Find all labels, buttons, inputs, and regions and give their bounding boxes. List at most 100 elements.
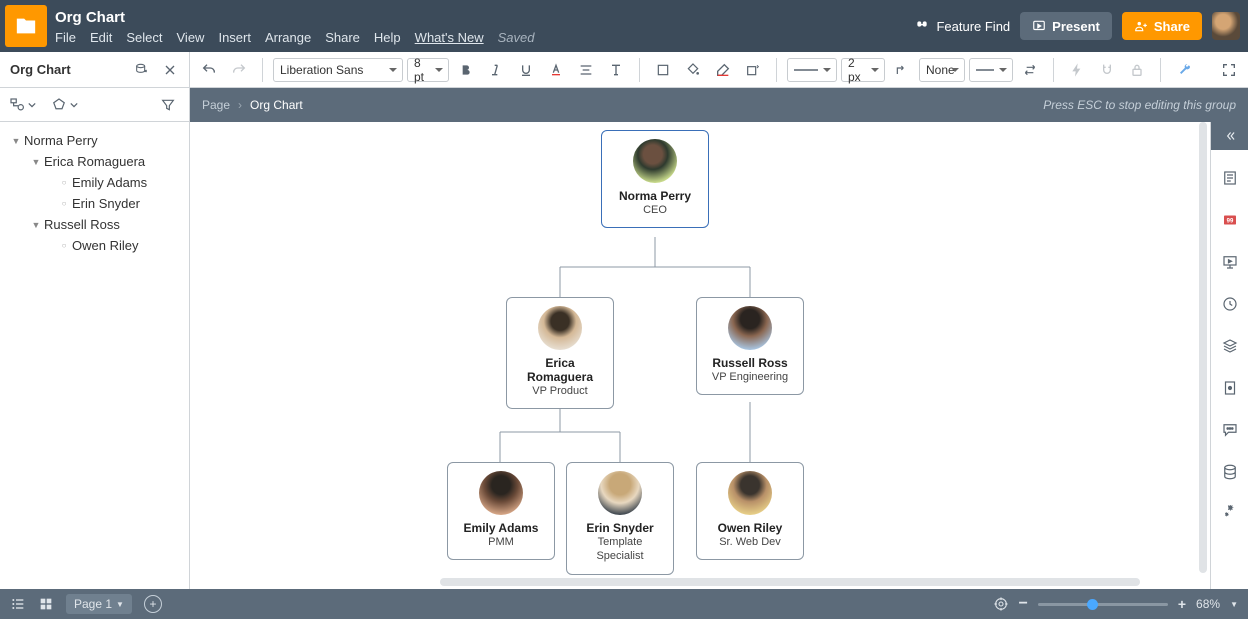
menu-share[interactable]: Share bbox=[325, 30, 360, 45]
line-style-dropdown[interactable] bbox=[787, 58, 837, 82]
flash-icon bbox=[1064, 57, 1090, 83]
chevron-down-icon bbox=[28, 101, 36, 109]
collapse-icon[interactable]: ▼ bbox=[10, 136, 22, 146]
grid-view-icon[interactable] bbox=[38, 596, 54, 612]
tree-item[interactable]: ▼Norma Perry bbox=[6, 130, 183, 151]
fill-shape-icon[interactable] bbox=[650, 57, 676, 83]
document-title[interactable]: Org Chart bbox=[55, 7, 914, 28]
close-panel-icon[interactable] bbox=[157, 57, 183, 83]
right-dock: 99 bbox=[1210, 122, 1248, 589]
avatar bbox=[728, 306, 772, 350]
data-panel-icon[interactable] bbox=[1216, 458, 1244, 486]
user-plus-icon bbox=[1134, 19, 1148, 33]
page-settings-icon[interactable] bbox=[1216, 374, 1244, 402]
tree-item[interactable]: ▼Russell Ross bbox=[6, 214, 183, 235]
menu-select[interactable]: Select bbox=[126, 30, 162, 45]
shape-library-button[interactable] bbox=[8, 96, 36, 114]
canvas[interactable]: Norma Perry CEO Erica Romaguera VP Produ… bbox=[190, 122, 1210, 589]
org-node-template-specialist[interactable]: Erin Snyder Template Specialist bbox=[566, 462, 674, 575]
line-route-icon[interactable] bbox=[889, 57, 915, 83]
page-selector[interactable]: Page 1 ▼ bbox=[66, 594, 132, 614]
chevron-right-icon: › bbox=[238, 98, 242, 112]
menu-help[interactable]: Help bbox=[374, 30, 401, 45]
history-panel-icon[interactable] bbox=[1216, 290, 1244, 318]
zoom-slider[interactable] bbox=[1038, 603, 1168, 606]
tree-item[interactable]: ▼Erica Romaguera bbox=[6, 151, 183, 172]
breadcrumb-root[interactable]: Page bbox=[202, 98, 230, 112]
bullet-icon: ○ bbox=[58, 199, 70, 208]
slides-panel-icon[interactable] bbox=[1216, 248, 1244, 276]
actions-panel-icon[interactable] bbox=[1216, 500, 1244, 528]
chevron-down-icon bbox=[70, 101, 78, 109]
bold-icon[interactable] bbox=[453, 57, 479, 83]
list-view-icon[interactable] bbox=[10, 596, 26, 612]
avatar bbox=[728, 471, 772, 515]
org-node-webdev[interactable]: Owen Riley Sr. Web Dev bbox=[696, 462, 804, 560]
line-start-dropdown[interactable]: None bbox=[919, 58, 965, 82]
tree-item[interactable]: ○Owen Riley bbox=[6, 235, 183, 256]
undo-icon[interactable] bbox=[196, 57, 222, 83]
avatar bbox=[598, 471, 642, 515]
metrics-panel-icon[interactable]: 99 bbox=[1216, 206, 1244, 234]
collapse-right-icon[interactable] bbox=[1211, 122, 1248, 150]
line-width-dropdown[interactable]: 2 px bbox=[841, 58, 885, 82]
horizontal-scrollbar[interactable] bbox=[440, 578, 1140, 586]
zoom-out-icon[interactable]: − bbox=[1019, 595, 1028, 613]
vertical-scrollbar[interactable] bbox=[1199, 122, 1207, 573]
fill-bucket-icon[interactable] bbox=[680, 57, 706, 83]
font-size-dropdown[interactable]: 8 pt bbox=[407, 58, 449, 82]
text-color-icon[interactable] bbox=[543, 57, 569, 83]
avatar bbox=[633, 139, 677, 183]
font-family-dropdown[interactable]: Liberation Sans bbox=[273, 58, 403, 82]
feature-find-button[interactable]: Feature Find bbox=[914, 18, 1010, 34]
shape-style-icon[interactable] bbox=[740, 57, 766, 83]
menu-file[interactable]: File bbox=[55, 30, 76, 45]
swap-ends-icon[interactable] bbox=[1017, 57, 1043, 83]
save-status: Saved bbox=[498, 30, 535, 45]
tree-item[interactable]: ○Erin Snyder bbox=[6, 193, 183, 214]
avatar bbox=[479, 471, 523, 515]
menu-edit[interactable]: Edit bbox=[90, 30, 112, 45]
layers-panel-icon[interactable] bbox=[1216, 332, 1244, 360]
bullet-icon: ○ bbox=[58, 178, 70, 187]
border-color-icon[interactable] bbox=[710, 57, 736, 83]
add-page-button[interactable]: + bbox=[144, 595, 162, 613]
notes-panel-icon[interactable] bbox=[1216, 164, 1244, 192]
breadcrumb: Page › Org Chart bbox=[202, 98, 303, 112]
tree-item[interactable]: ○Emily Adams bbox=[6, 172, 183, 193]
collapse-icon[interactable]: ▼ bbox=[30, 157, 42, 167]
align-icon[interactable] bbox=[573, 57, 599, 83]
target-icon[interactable] bbox=[993, 596, 1009, 612]
avatar bbox=[538, 306, 582, 350]
comments-panel-icon[interactable] bbox=[1216, 416, 1244, 444]
redo-icon bbox=[226, 57, 252, 83]
org-node-pmm[interactable]: Emily Adams PMM bbox=[447, 462, 555, 560]
underline-icon[interactable] bbox=[513, 57, 539, 83]
italic-icon[interactable] bbox=[483, 57, 509, 83]
user-avatar[interactable] bbox=[1212, 12, 1240, 40]
app-logo[interactable] bbox=[5, 5, 47, 47]
present-button[interactable]: Present bbox=[1020, 12, 1112, 40]
wrench-icon[interactable] bbox=[1171, 57, 1197, 83]
menu-whatsnew[interactable]: What's New bbox=[415, 30, 484, 45]
data-link-icon[interactable] bbox=[129, 57, 155, 83]
chevron-down-icon[interactable]: ▼ bbox=[1230, 600, 1238, 609]
org-node-vp-product[interactable]: Erica Romaguera VP Product bbox=[506, 297, 614, 409]
text-options-icon[interactable] bbox=[603, 57, 629, 83]
menu-bar: File Edit Select View Insert Arrange Sha… bbox=[55, 30, 914, 45]
menu-view[interactable]: View bbox=[177, 30, 205, 45]
menu-arrange[interactable]: Arrange bbox=[265, 30, 311, 45]
zoom-in-icon[interactable]: + bbox=[1178, 596, 1186, 612]
fullscreen-icon[interactable] bbox=[1216, 57, 1242, 83]
share-button[interactable]: Share bbox=[1122, 12, 1202, 40]
menu-insert[interactable]: Insert bbox=[218, 30, 251, 45]
bullet-icon: ○ bbox=[58, 241, 70, 250]
org-node-ceo[interactable]: Norma Perry CEO bbox=[601, 130, 709, 228]
line-end-dropdown[interactable] bbox=[969, 58, 1013, 82]
zoom-level[interactable]: 68% bbox=[1196, 597, 1220, 611]
collapse-icon[interactable]: ▼ bbox=[30, 220, 42, 230]
org-node-vp-engineering[interactable]: Russell Ross VP Engineering bbox=[696, 297, 804, 395]
shape-insert-button[interactable] bbox=[50, 96, 78, 114]
filter-icon[interactable] bbox=[155, 92, 181, 118]
editing-hint: Press ESC to stop editing this group bbox=[1043, 98, 1236, 112]
